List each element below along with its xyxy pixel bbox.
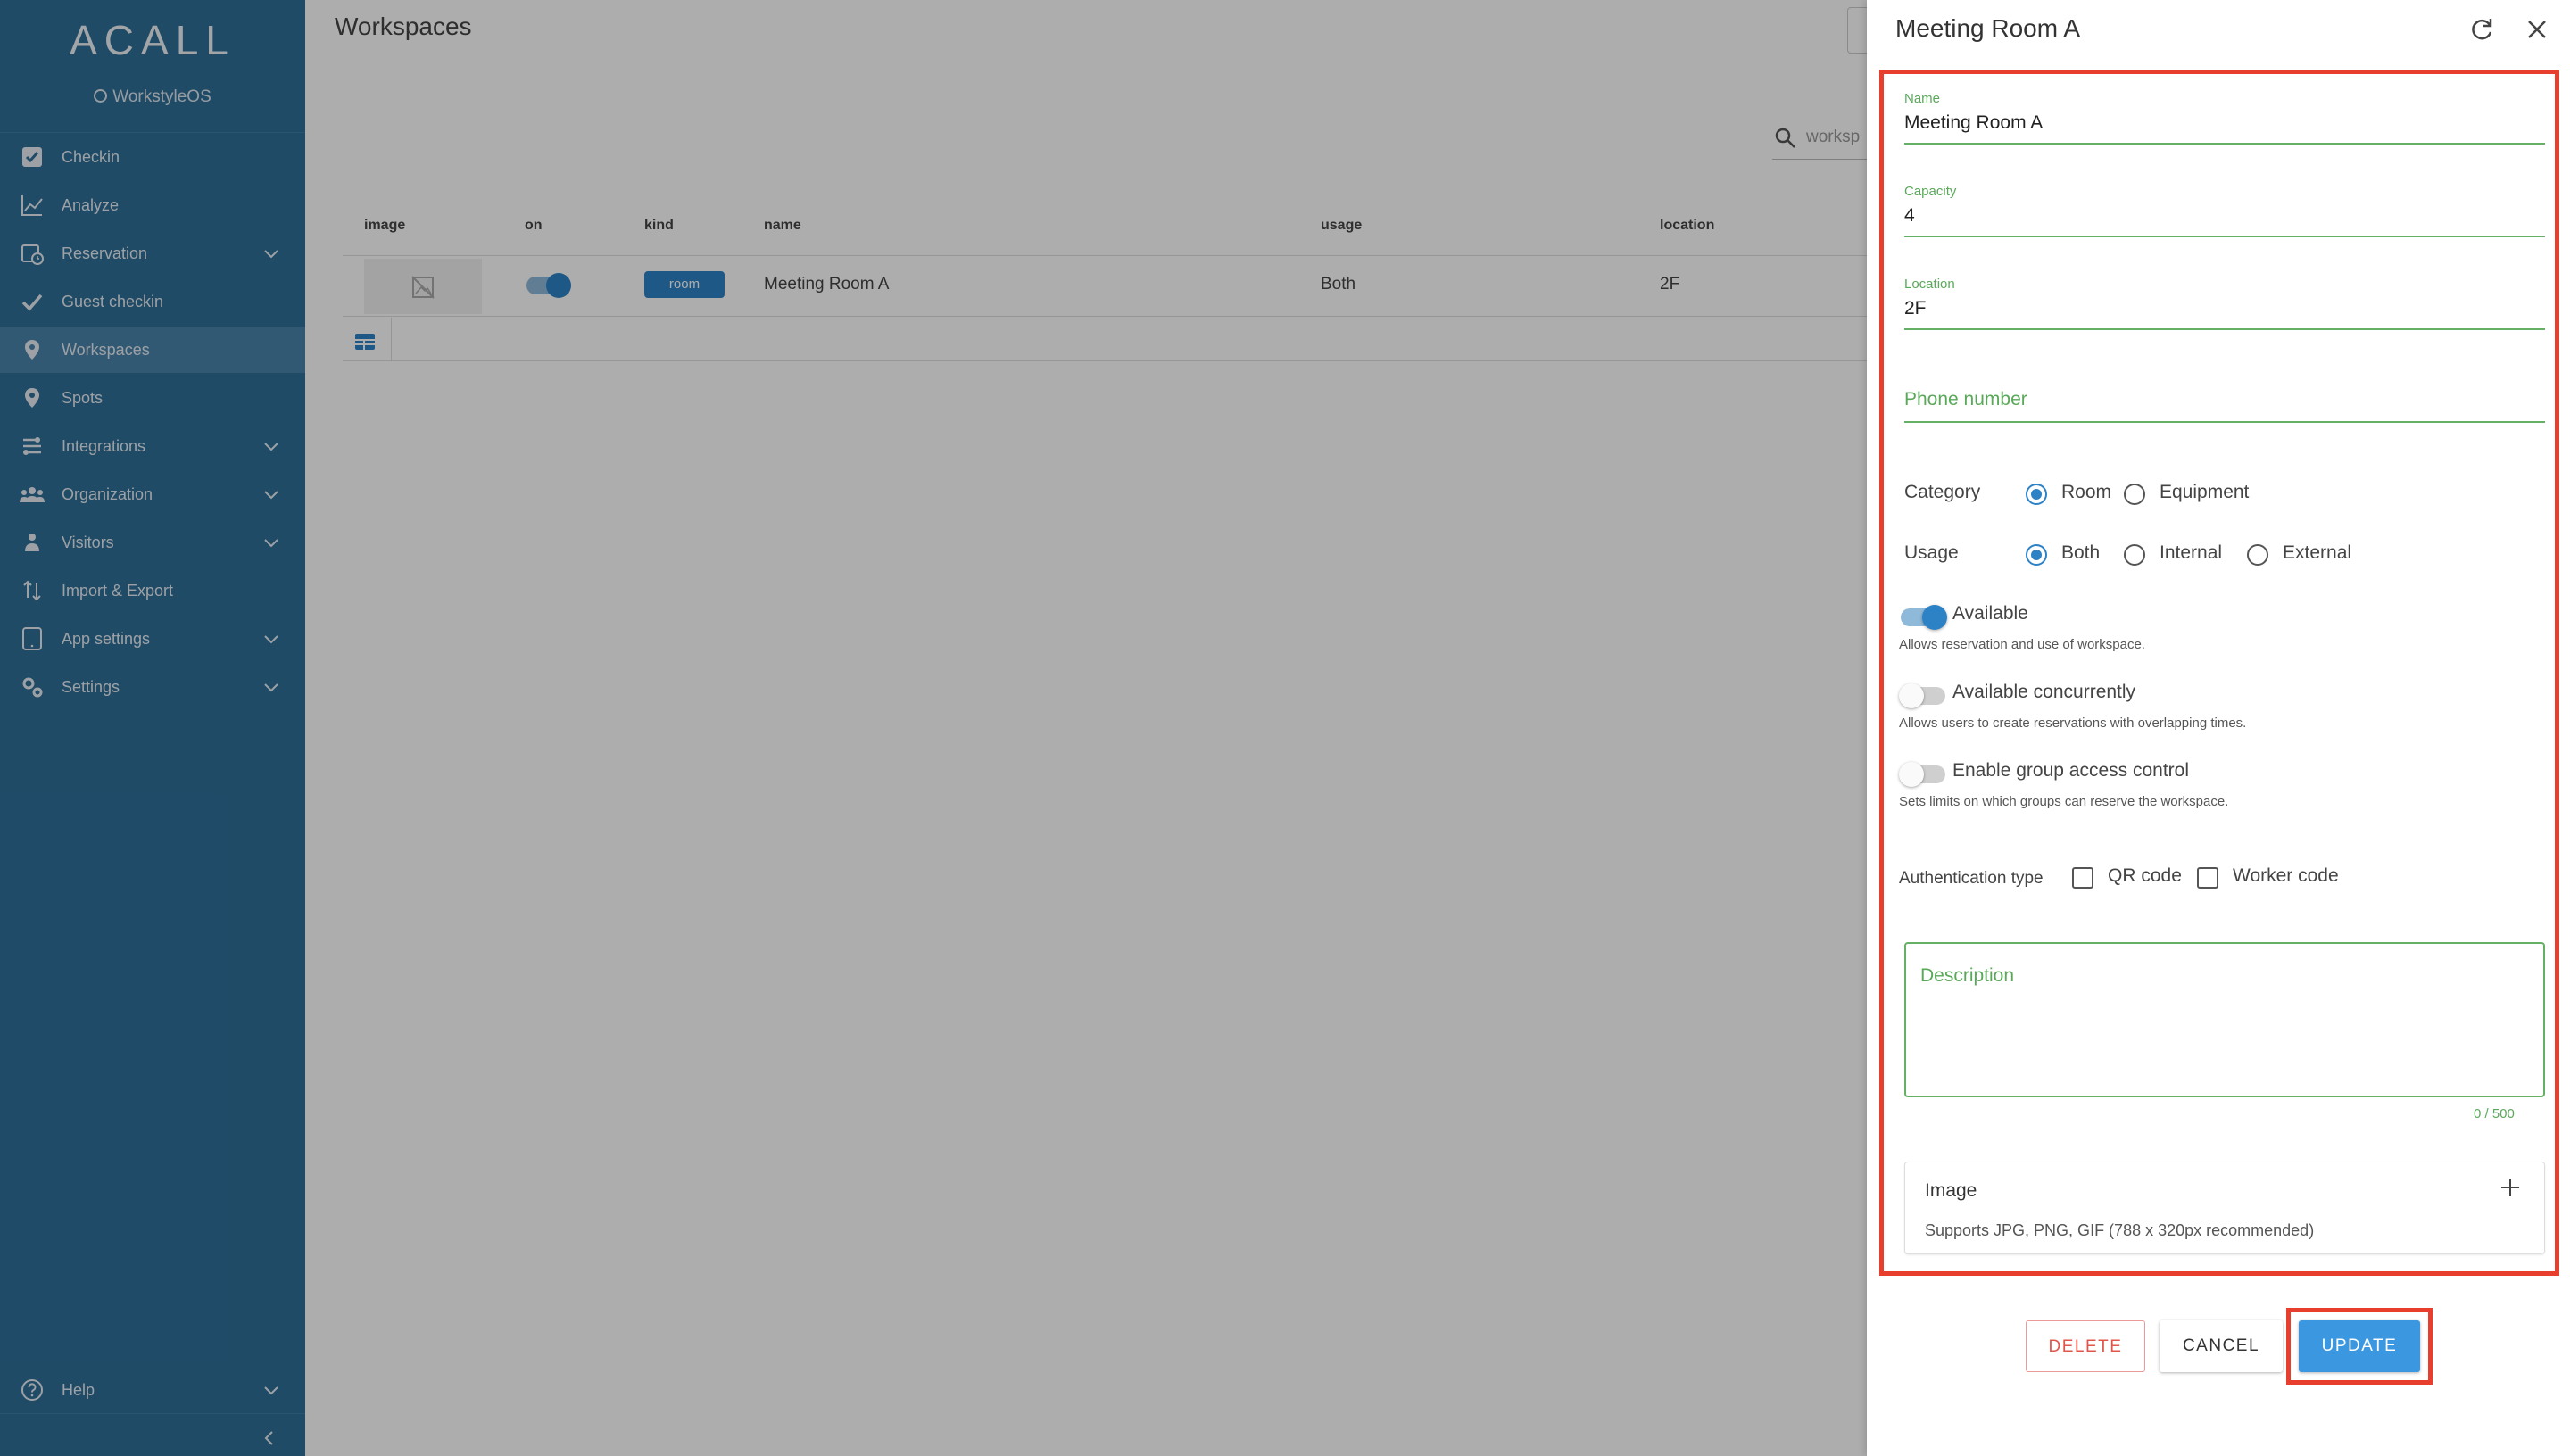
update-button[interactable]: UPDATE [2299,1320,2420,1372]
cancel-button[interactable]: CANCEL [2160,1320,2283,1372]
usage-internal-radio[interactable] [2124,544,2145,566]
category-room-label[interactable]: Room [2061,482,2111,503]
location-value[interactable]: 2F [1904,298,1927,319]
refresh-icon[interactable] [2466,14,2497,45]
description-textarea[interactable]: Description [1904,942,2545,1097]
usage-internal-label[interactable]: Internal [2160,542,2222,564]
delete-button[interactable]: DELETE [2026,1320,2145,1372]
available-switch[interactable] [1901,605,1947,630]
image-upload-card[interactable]: Image Supports JPG, PNG, GIF (788 x 320p… [1904,1162,2545,1254]
location-label: Location [1904,277,1955,292]
drawer-title: Meeting Room A [1895,14,2080,42]
phone-field[interactable]: Phone number [1904,369,2545,423]
available-help: Allows reservation and use of workspace. [1899,637,2145,652]
available-concurrently-switch[interactable] [1899,683,1945,708]
usage-label: Usage [1904,542,1959,563]
switch-knob [1899,683,1924,708]
available-concurrently-help: Allows users to create reservations with… [1899,716,2247,731]
name-label: Name [1904,91,1941,106]
image-title: Image [1925,1180,1977,1201]
usage-both-radio[interactable] [2026,544,2047,566]
available-concurrently-label: Available concurrently [1952,682,2136,702]
category-equipment-label[interactable]: Equipment [2160,482,2249,503]
location-field[interactable]: Location 2F [1904,275,2545,330]
close-icon[interactable] [2522,14,2552,45]
usage-both-label[interactable]: Both [2061,542,2100,564]
authentication-type-label: Authentication type [1899,869,2044,888]
capacity-label: Capacity [1904,184,1957,199]
group-access-switch[interactable] [1899,762,1945,787]
switch-knob [1899,762,1924,787]
category-label: Category [1904,482,1981,502]
capacity-value[interactable]: 4 [1904,205,1915,227]
plus-icon[interactable] [2498,1175,2523,1200]
image-hint: Supports JPG, PNG, GIF (788 x 320px reco… [1925,1221,2315,1239]
capacity-field[interactable]: Capacity 4 [1904,182,2545,237]
usage-external-radio[interactable] [2247,544,2268,566]
qr-code-checkbox[interactable] [2072,867,2093,889]
qr-code-label[interactable]: QR code [2108,865,2182,887]
worker-code-checkbox[interactable] [2197,867,2218,889]
edit-workspace-drawer: Meeting Room A Name Meeting Room A Capac… [1867,0,2570,1456]
category-equipment-radio[interactable] [2124,484,2145,505]
name-field[interactable]: Name Meeting Room A [1904,89,2545,145]
category-room-radio[interactable] [2026,484,2047,505]
description-placeholder: Description [1920,965,2015,986]
switch-knob [1922,605,1947,630]
available-label: Available [1952,603,2028,624]
worker-code-label[interactable]: Worker code [2233,865,2339,887]
description-counter: 0 / 500 [2474,1106,2515,1121]
modal-backdrop[interactable] [0,0,1867,1456]
name-value[interactable]: Meeting Room A [1904,112,2043,134]
phone-placeholder: Phone number [1904,389,2027,410]
usage-external-label[interactable]: External [2283,542,2351,564]
group-access-help: Sets limits on which groups can reserve … [1899,794,2229,809]
group-access-label: Enable group access control [1952,760,2189,781]
